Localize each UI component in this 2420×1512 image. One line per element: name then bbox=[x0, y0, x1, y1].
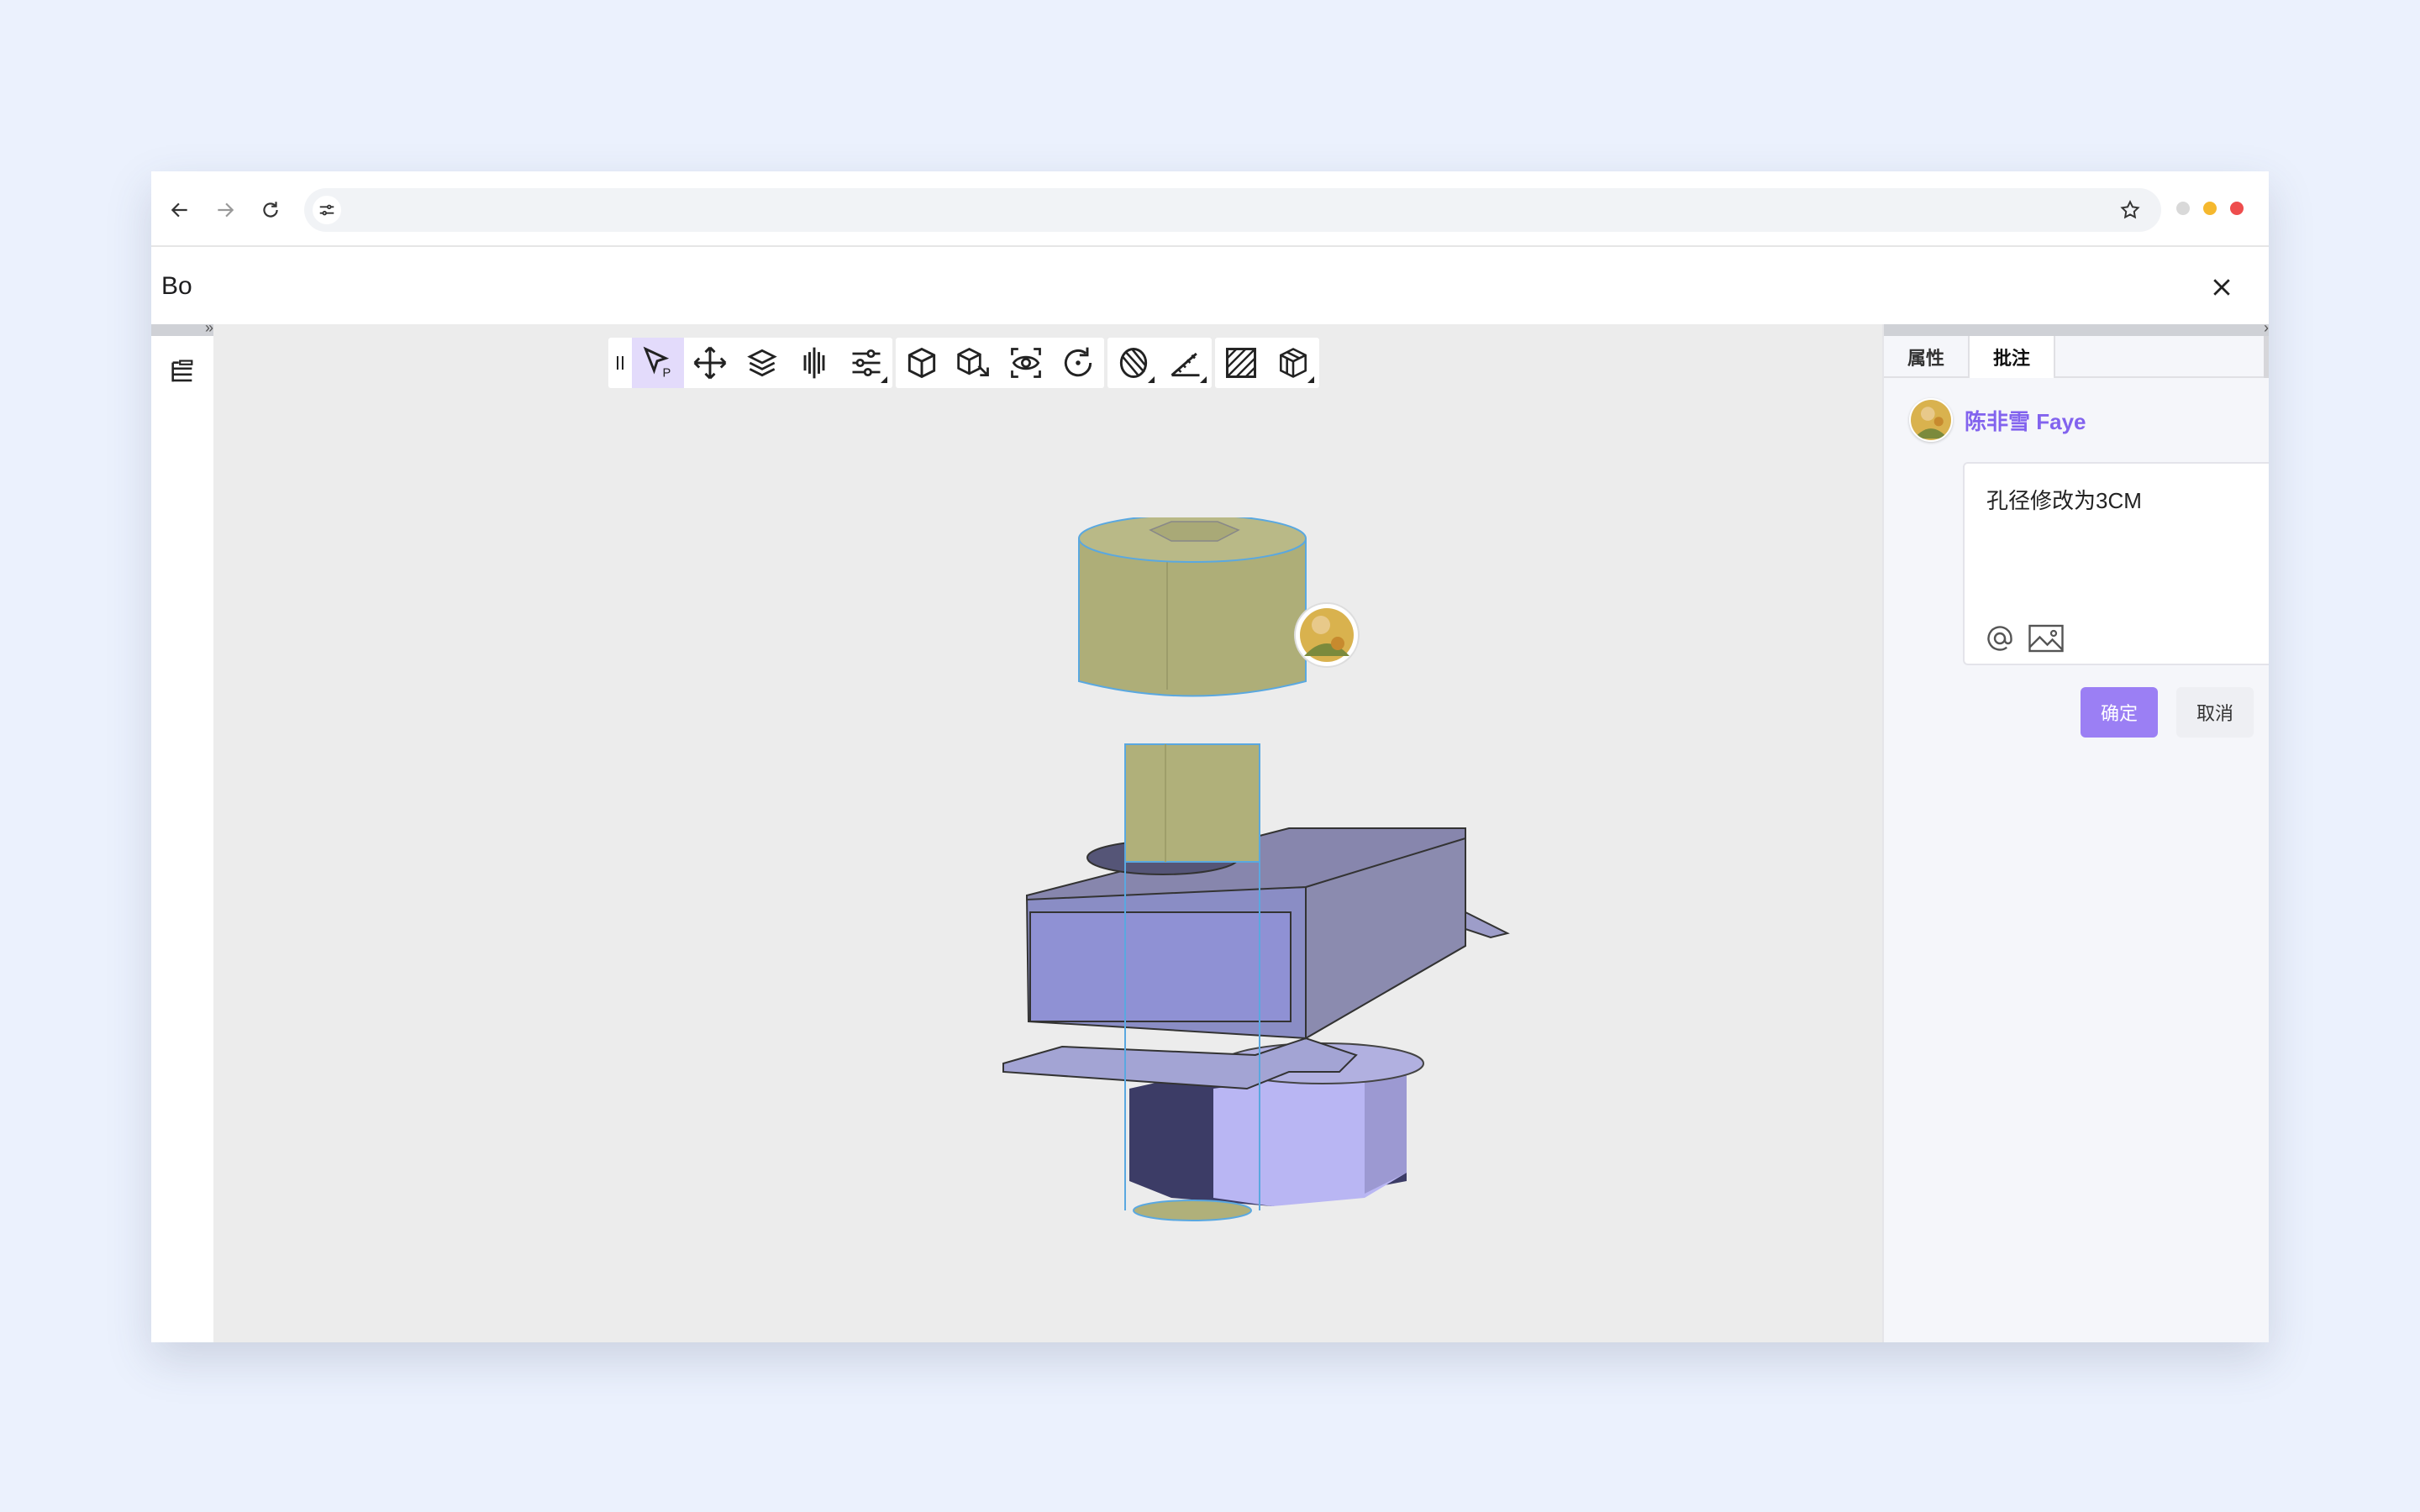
move-icon[interactable] bbox=[684, 338, 736, 388]
left-sidebar: » bbox=[151, 319, 213, 1342]
star-icon[interactable] bbox=[2118, 197, 2143, 223]
maximize-dot[interactable] bbox=[2203, 202, 2217, 215]
browser-window: Bo » P › 属性 批注 陈非雪 Faye 孔径修改为3CM 确定 取消 bbox=[151, 171, 2269, 1342]
eye-scan-icon[interactable] bbox=[1000, 338, 1052, 388]
hatch-icon[interactable] bbox=[1215, 338, 1267, 388]
section-icon[interactable] bbox=[1107, 338, 1160, 388]
toolbar-group-2 bbox=[896, 338, 1104, 388]
toolbar-group-4 bbox=[1215, 338, 1319, 388]
left-collapse-bar[interactable]: » bbox=[151, 319, 213, 336]
toolbar-group-3 bbox=[1107, 338, 1212, 388]
collapse-icon[interactable]: › bbox=[2264, 319, 2269, 337]
image-icon[interactable] bbox=[2027, 623, 2065, 654]
close-dot[interactable] bbox=[2230, 202, 2244, 215]
comment-editor[interactable]: 孔径修改为3CM bbox=[1963, 462, 2269, 665]
adjust-sliders-icon[interactable] bbox=[840, 338, 892, 388]
toolbar-group-1: P bbox=[608, 338, 892, 388]
window-controls bbox=[2176, 202, 2244, 215]
align-icon[interactable] bbox=[788, 338, 840, 388]
comment-marker-avatar[interactable] bbox=[1294, 602, 1360, 668]
page-title: Bo bbox=[161, 272, 192, 300]
tab-properties[interactable]: 属性 bbox=[1884, 336, 1968, 378]
right-panel: › 属性 批注 陈非雪 Faye 孔径修改为3CM 确定 取消 bbox=[1882, 319, 2269, 1342]
panel-tabs: 属性 批注 bbox=[1884, 336, 2269, 378]
browser-chrome bbox=[151, 171, 2269, 247]
comment-actions: 确定 取消 bbox=[2081, 687, 2254, 738]
minimize-dot[interactable] bbox=[2176, 202, 2190, 215]
address-bar[interactable] bbox=[304, 188, 2161, 232]
bracket-tab bbox=[1465, 911, 1510, 939]
box-icon[interactable] bbox=[896, 338, 948, 388]
expand-icon[interactable]: » bbox=[205, 319, 213, 337]
explode-box-icon[interactable] bbox=[1267, 338, 1319, 388]
right-collapse-bar[interactable]: › bbox=[1884, 319, 2269, 336]
bolt-shank-upper bbox=[1124, 743, 1260, 863]
comment-author: 陈非雪 Faye bbox=[1965, 408, 2086, 434]
forward-arrow-icon[interactable] bbox=[210, 195, 240, 225]
tune-icon[interactable] bbox=[313, 196, 341, 224]
app-header: Bo bbox=[151, 249, 2269, 324]
reload-icon[interactable] bbox=[255, 195, 286, 225]
tab-annotations[interactable]: 批注 bbox=[1968, 336, 2056, 378]
close-icon[interactable] bbox=[2205, 270, 2238, 304]
at-icon[interactable] bbox=[1985, 623, 2015, 654]
bolt-tip bbox=[1133, 1200, 1252, 1221]
3d-viewport[interactable]: P bbox=[213, 324, 1882, 1342]
avatar bbox=[1909, 398, 1953, 442]
back-arrow-icon[interactable] bbox=[165, 195, 195, 225]
cancel-button[interactable]: 取消 bbox=[2176, 687, 2254, 738]
viewer-toolbar: P bbox=[608, 338, 1319, 388]
rotate-icon[interactable] bbox=[1052, 338, 1104, 388]
bracket-front-recess bbox=[1029, 911, 1292, 1022]
confirm-button[interactable]: 确定 bbox=[2081, 687, 2158, 738]
bolt-assembly-model[interactable] bbox=[970, 517, 1558, 1273]
comment-header: 陈非雪 Faye bbox=[1909, 398, 2086, 442]
grip-icon[interactable] bbox=[608, 338, 632, 388]
select-cursor-icon[interactable]: P bbox=[632, 338, 684, 388]
tabs-scrollbar[interactable] bbox=[2264, 336, 2269, 378]
box-zoom-icon[interactable] bbox=[948, 338, 1000, 388]
measure-icon[interactable] bbox=[1160, 338, 1212, 388]
tree-icon[interactable] bbox=[165, 354, 200, 390]
svg-text:P: P bbox=[663, 367, 671, 381]
comment-text[interactable]: 孔径修改为3CM bbox=[1986, 484, 2142, 515]
layers-icon[interactable] bbox=[736, 338, 788, 388]
nut-right bbox=[1365, 1063, 1407, 1194]
